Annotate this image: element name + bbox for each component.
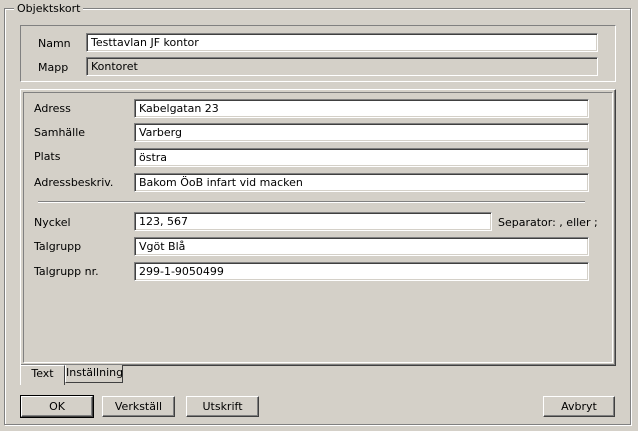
talgroup-nr-field[interactable]: 299-1-9050499: [134, 262, 589, 281]
talgroup-label: Talgrupp: [34, 240, 82, 253]
address-field[interactable]: Kabelgatan 23: [134, 99, 589, 118]
place-label: Plats: [34, 150, 61, 163]
apply-button[interactable]: Verkställ: [102, 396, 175, 417]
tab-text[interactable]: Text: [20, 365, 65, 385]
group-title: Objektskort: [14, 2, 84, 15]
talgroup-field[interactable]: Vgöt Blå: [134, 237, 589, 256]
address-label: Adress: [34, 102, 71, 115]
address-desc-field[interactable]: Bakom ÖoB infart vid macken: [134, 173, 589, 192]
address-desc-label: Adressbeskriv.: [34, 176, 114, 189]
ok-button[interactable]: OK: [20, 395, 94, 418]
folder-label: Mapp: [38, 61, 69, 74]
name-label: Namn: [38, 37, 71, 50]
talgroup-nr-label: Talgrupp nr.: [34, 265, 99, 278]
tab-installning[interactable]: Inställning: [65, 365, 123, 383]
place-field[interactable]: östra: [134, 148, 589, 167]
city-label: Samhälle: [34, 126, 86, 139]
name-field[interactable]: Testtavlan JF kontor: [86, 33, 598, 52]
key-label: Nyckel: [34, 216, 71, 229]
separator-hint: Separator: , eller ;: [498, 216, 598, 229]
key-field[interactable]: 123, 567: [134, 212, 492, 231]
folder-field: Kontoret: [86, 57, 598, 76]
city-field[interactable]: Varberg: [134, 123, 589, 142]
cancel-button[interactable]: Avbryt: [543, 396, 615, 417]
section-divider: [38, 201, 585, 203]
print-button[interactable]: Utskrift: [186, 396, 259, 417]
